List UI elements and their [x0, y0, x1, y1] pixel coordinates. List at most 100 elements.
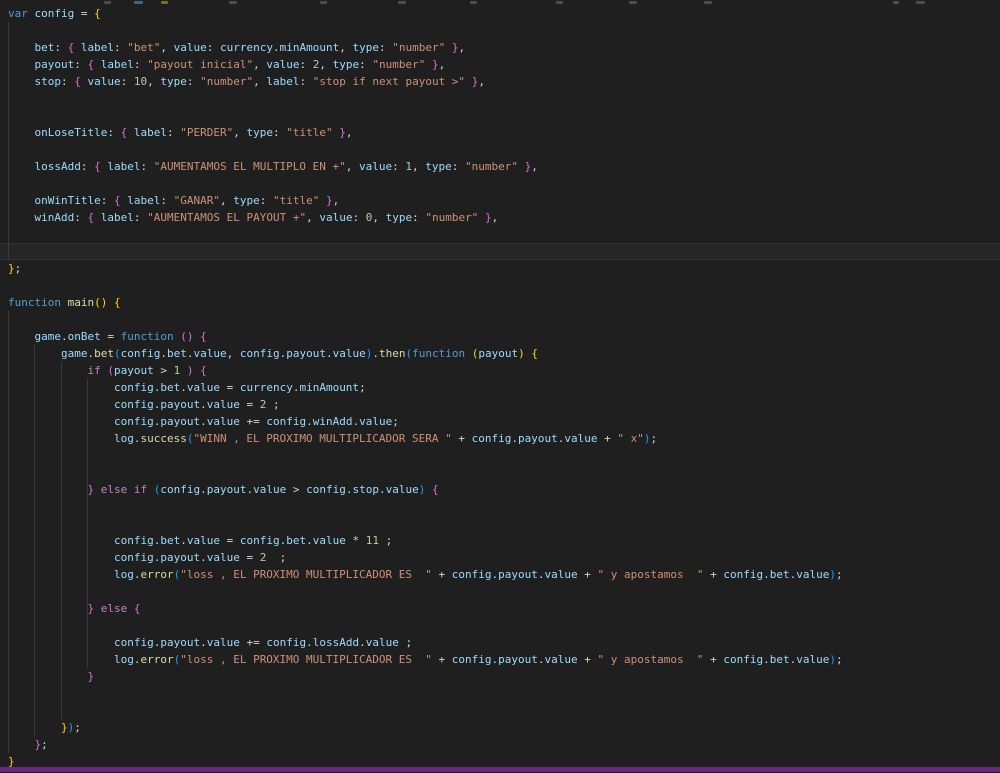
code-token: type [333, 58, 360, 71]
code-line[interactable] [8, 22, 1000, 39]
code-token: += [240, 636, 267, 649]
code-line[interactable] [8, 464, 1000, 481]
code-line[interactable]: config.payout.value += config.lossAdd.va… [8, 634, 1000, 651]
code-token [319, 194, 326, 207]
code-line[interactable]: } [8, 668, 1000, 685]
code-token: else [101, 602, 128, 615]
code-line[interactable] [8, 685, 1000, 702]
code-line[interactable]: }; [8, 736, 1000, 753]
code-line[interactable] [8, 175, 1000, 192]
code-line[interactable] [8, 617, 1000, 634]
code-token [81, 75, 88, 88]
code-token [8, 381, 114, 394]
code-line[interactable] [8, 311, 1000, 328]
code-line[interactable] [8, 515, 1000, 532]
code-line[interactable]: }; [8, 260, 1000, 277]
code-token: , [346, 126, 353, 139]
code-line[interactable] [8, 583, 1000, 600]
clipped-glyph [104, 1, 111, 4]
code-token [8, 75, 35, 88]
code-line[interactable] [8, 447, 1000, 464]
code-token: payout [498, 653, 538, 666]
clipped-glyph [398, 1, 406, 4]
code-token: : [114, 41, 127, 54]
code-line[interactable]: onWinTitle: { label: "GANAR", type: "tit… [8, 192, 1000, 209]
code-line[interactable]: payout: { label: "payout inicial", value… [8, 56, 1000, 73]
code-token: config [114, 415, 154, 428]
code-token [127, 483, 134, 496]
code-token: { [200, 364, 207, 377]
code-token: { [134, 602, 141, 615]
code-token: type [352, 41, 379, 54]
code-line[interactable]: var config = { [8, 5, 1000, 22]
code-token: value [359, 415, 392, 428]
code-line[interactable]: game.bet(config.bet.value, config.payout… [8, 345, 1000, 362]
code-token: config [723, 653, 763, 666]
code-line[interactable] [8, 226, 1000, 243]
code-line[interactable]: log.success("WINN , EL PROXIMO MULTIPLIC… [8, 430, 1000, 447]
code-token: { [531, 347, 538, 360]
code-token [94, 211, 101, 224]
code-line[interactable] [8, 141, 1000, 158]
code-token [8, 568, 114, 581]
code-token: ; [273, 398, 280, 411]
code-line[interactable]: game.onBet = function () { [8, 328, 1000, 345]
code-token: stop [35, 75, 62, 88]
code-line[interactable]: stop: { value: 10, type: "number", label… [8, 73, 1000, 90]
code-line[interactable]: onLoseTitle: { label: "PERDER", type: "t… [8, 124, 1000, 141]
code-line[interactable]: } else if (config.payout.value > config.… [8, 481, 1000, 498]
code-line[interactable]: config.bet.value = config.bet.value * 11… [8, 532, 1000, 549]
code-token: "GANAR" [174, 194, 220, 207]
code-token: . [200, 398, 207, 411]
code-line[interactable] [8, 702, 1000, 719]
code-line[interactable]: if (payout > 1 ) { [8, 362, 1000, 379]
code-token: config [472, 432, 512, 445]
code-token: if [134, 483, 147, 496]
code-line[interactable]: config.bet.value = currency.minAmount; [8, 379, 1000, 396]
code-line[interactable] [8, 277, 1000, 294]
code-line[interactable]: config.payout.value = 2 ; [8, 549, 1000, 566]
code-line[interactable]: winAdd: { label: "AUMENTAMOS EL PAYOUT +… [8, 209, 1000, 226]
code-token: + [597, 432, 617, 445]
code-line[interactable]: function main() { [8, 294, 1000, 311]
code-line[interactable] [8, 498, 1000, 515]
code-token: ( [107, 364, 114, 377]
code-token: = [240, 398, 260, 411]
code-token: : [260, 194, 273, 207]
code-token: value [193, 347, 226, 360]
code-token: value [545, 568, 578, 581]
code-line[interactable]: } else { [8, 600, 1000, 617]
code-token: ) [518, 347, 525, 360]
code-token: = [220, 381, 240, 394]
code-line[interactable]: log.error("loss , EL PROXIMO MULTIPLICAD… [8, 651, 1000, 668]
code-line[interactable]: }); [8, 719, 1000, 736]
code-token: = [240, 551, 260, 564]
code-line[interactable]: bet: { label: "bet", value: currency.min… [8, 39, 1000, 56]
code-token: log [114, 568, 134, 581]
code-token: : [74, 211, 87, 224]
code-line[interactable]: config.payout.value += config.winAdd.val… [8, 413, 1000, 430]
code-token: . [326, 347, 333, 360]
code-line[interactable] [8, 90, 1000, 107]
code-token [28, 7, 35, 20]
code-token: ; [280, 551, 287, 564]
code-line[interactable] [8, 243, 1000, 260]
code-line[interactable]: config.payout.value = 2 ; [8, 396, 1000, 413]
code-token: payout [114, 364, 154, 377]
code-line[interactable]: log.error("loss , EL PROXIMO MULTIPLICAD… [8, 566, 1000, 583]
code-token: error [140, 568, 173, 581]
code-token: minAmount [299, 381, 359, 394]
code-token: = [220, 534, 240, 547]
code-token [8, 415, 114, 428]
code-content[interactable]: var config = { bet: { label: "bet", valu… [8, 0, 1000, 770]
code-token: payout [498, 568, 538, 581]
code-token [425, 483, 432, 496]
code-token [8, 58, 35, 71]
code-token: "PERDER" [180, 126, 233, 139]
code-token: value [359, 160, 392, 173]
code-line[interactable]: lossAdd: { label: "AUMENTAMOS EL MULTIPL… [8, 158, 1000, 175]
code-editor-pane[interactable]: var config = { bet: { label: "bet", valu… [0, 0, 1000, 773]
code-token: ; [15, 262, 22, 275]
code-token [465, 347, 472, 360]
code-line[interactable] [8, 107, 1000, 124]
